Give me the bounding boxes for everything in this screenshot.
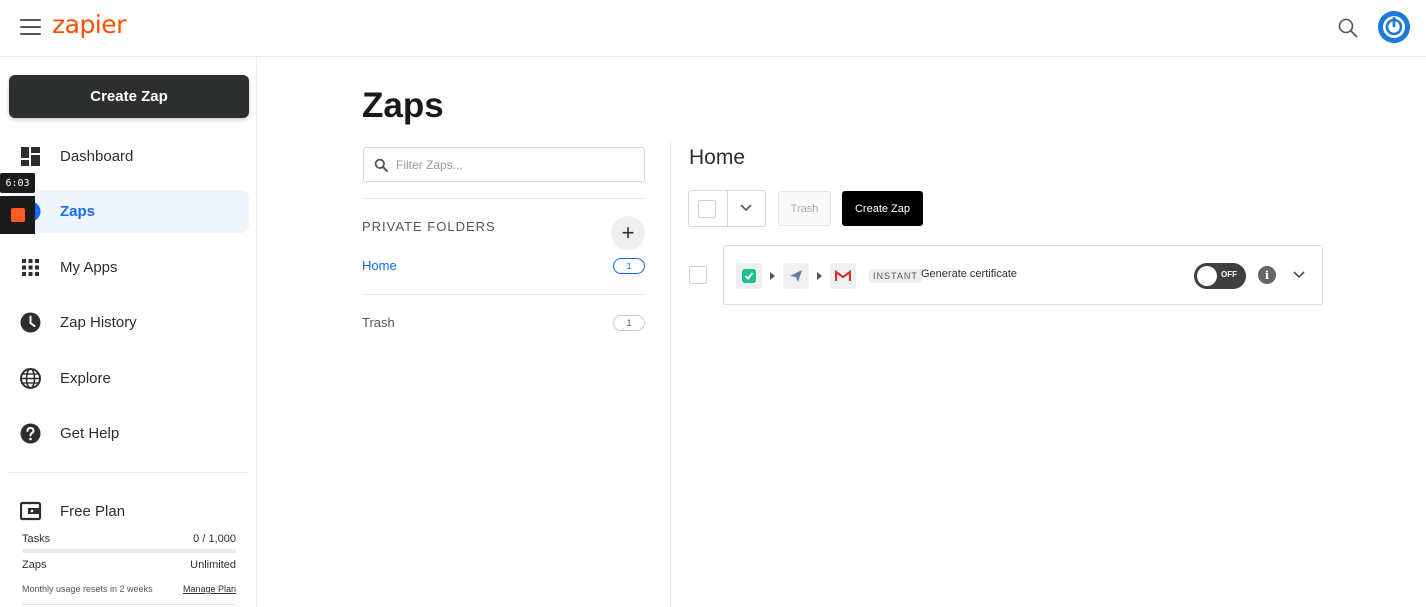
stop-recording-button[interactable]: [0, 196, 35, 234]
divider: [363, 198, 645, 199]
top-bar: zapier: [0, 0, 1426, 57]
user-avatar-icon[interactable]: [1378, 11, 1410, 43]
folder-count-badge: 1: [613, 258, 645, 274]
manage-plan-link[interactable]: Manage Plan: [183, 584, 236, 594]
zapier-logo[interactable]: zapier: [52, 10, 126, 39]
usage-reset-text: Monthly usage resets in 2 weeks: [22, 584, 153, 594]
wallet-icon: [20, 501, 42, 521]
sidebar-item-label: Explore: [60, 370, 111, 387]
bulk-select-control: [688, 190, 766, 227]
gmail-logo: [835, 269, 851, 281]
sidebar-item-zaps[interactable]: Zaps: [9, 190, 249, 233]
zap-name[interactable]: Generate certificate: [921, 268, 1017, 280]
plan-title: Free Plan: [60, 503, 126, 520]
tasks-label: Tasks: [22, 533, 51, 545]
paper-plane-logo: [790, 270, 802, 282]
chevron-down-icon[interactable]: [1292, 270, 1306, 280]
tasks-usage-row: Tasks 0 / 1,000: [22, 533, 236, 545]
sidebar-item-label: Dashboard: [60, 148, 134, 165]
globe-icon: [20, 368, 41, 389]
folder-title: Home: [689, 146, 746, 169]
folder-name: Home: [362, 258, 397, 273]
folder-name: Trash: [362, 315, 395, 330]
add-folder-button[interactable]: +: [611, 216, 645, 250]
divider: [727, 191, 728, 226]
help-icon: [20, 423, 41, 444]
zaps-label: Zaps: [22, 559, 47, 571]
grid-icon: [22, 259, 39, 276]
folder-item-home[interactable]: Home 1: [362, 254, 645, 278]
zap-row-checkbox[interactable]: [689, 266, 707, 284]
tasks-value: 0 / 1,000: [193, 533, 236, 545]
info-icon[interactable]: i: [1258, 266, 1276, 284]
sidebar-item-my-apps[interactable]: My Apps: [9, 246, 249, 289]
page-title: Zaps: [362, 86, 444, 125]
sidebar-bottom-divider: [22, 604, 236, 605]
toggle-status-label: OFF: [1221, 270, 1237, 279]
sidebar-item-dashboard[interactable]: Dashboard: [9, 135, 249, 178]
recording-timer: 6:03: [0, 173, 35, 193]
folder-item-trash[interactable]: Trash 1: [362, 311, 645, 335]
select-all-checkbox[interactable]: [698, 200, 716, 218]
zaps-usage-row: Zaps Unlimited: [22, 559, 236, 571]
zap-on-off-toggle[interactable]: OFF: [1194, 263, 1246, 289]
send-app-icon: [783, 263, 809, 289]
trash-button[interactable]: Trash: [778, 191, 831, 226]
chevron-down-icon[interactable]: [739, 203, 753, 213]
webhook-app-icon: [736, 263, 762, 289]
sidebar-item-label: Zaps: [60, 203, 96, 220]
folder-count-badge: 1: [613, 315, 645, 331]
filter-zaps-field: [363, 147, 645, 182]
stop-icon: [10, 208, 25, 222]
create-zap-button-small[interactable]: Create Zap: [842, 191, 923, 226]
zaps-value: Unlimited: [190, 559, 236, 571]
zap-row[interactable]: INSTANT Generate certificate OFF i: [723, 245, 1323, 305]
sidebar: Create Zap Dashboard Zaps My Apps Zap Hi…: [0, 57, 257, 607]
tasks-progress-bar: [22, 549, 236, 553]
trigger-type-badge: INSTANT: [869, 269, 922, 283]
sidebar-item-label: My Apps: [60, 259, 118, 276]
search-icon[interactable]: [1337, 17, 1359, 39]
column-divider: [670, 142, 671, 607]
search-icon: [374, 158, 388, 172]
sidebar-item-zap-history[interactable]: Zap History: [9, 301, 249, 344]
create-zap-button[interactable]: Create Zap: [9, 75, 249, 118]
webhook-app-logo: [742, 269, 756, 283]
sidebar-item-label: Get Help: [60, 425, 120, 442]
sidebar-item-explore[interactable]: Explore: [9, 357, 249, 400]
filter-zaps-input[interactable]: [396, 155, 636, 175]
divider: [363, 294, 645, 295]
gmail-app-icon: [830, 263, 856, 289]
plus-icon: +: [621, 220, 635, 245]
sidebar-item-get-help[interactable]: Get Help: [9, 412, 249, 455]
private-folders-heading: PRIVATE FOLDERS: [362, 219, 496, 234]
clock-icon: [20, 312, 41, 333]
hamburger-menu-icon[interactable]: [20, 19, 41, 35]
dashboard-icon: [21, 147, 40, 166]
toggle-knob: [1197, 266, 1217, 286]
sidebar-item-label: Zap History: [60, 314, 137, 331]
step-arrow-icon: [770, 272, 775, 280]
sidebar-divider: [9, 472, 249, 473]
step-arrow-icon: [817, 272, 822, 280]
